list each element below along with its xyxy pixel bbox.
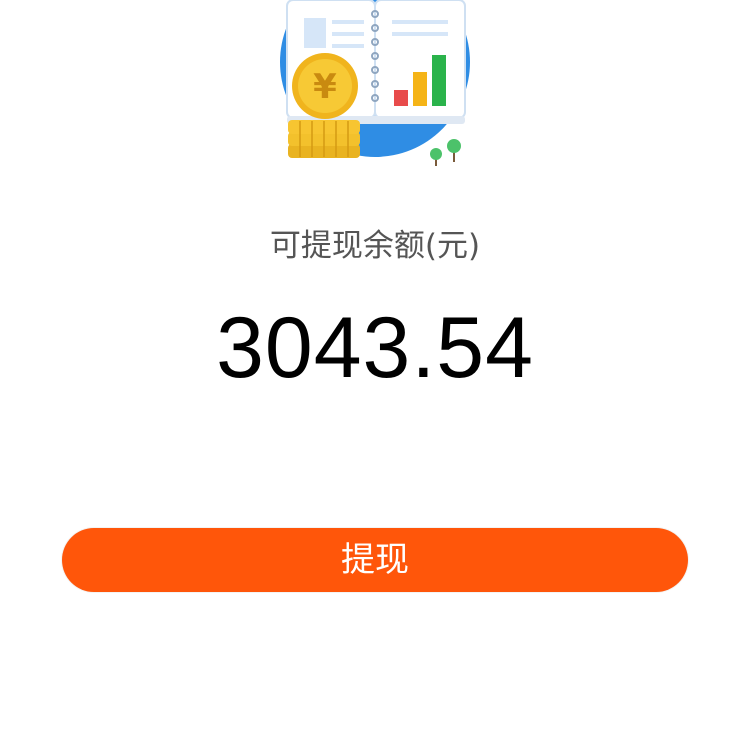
withdraw-button[interactable]: 提现 [62, 528, 688, 592]
balance-amount: 3043.54 [216, 300, 534, 396]
ledger-with-coins-icon: ¥ [280, 0, 470, 166]
svg-text:¥: ¥ [313, 67, 337, 107]
withdraw-page: ¥ 可提现余额(元) 3043.54 提现 [0, 0, 750, 750]
balance-label: 可提现余额(元) [269, 228, 481, 264]
